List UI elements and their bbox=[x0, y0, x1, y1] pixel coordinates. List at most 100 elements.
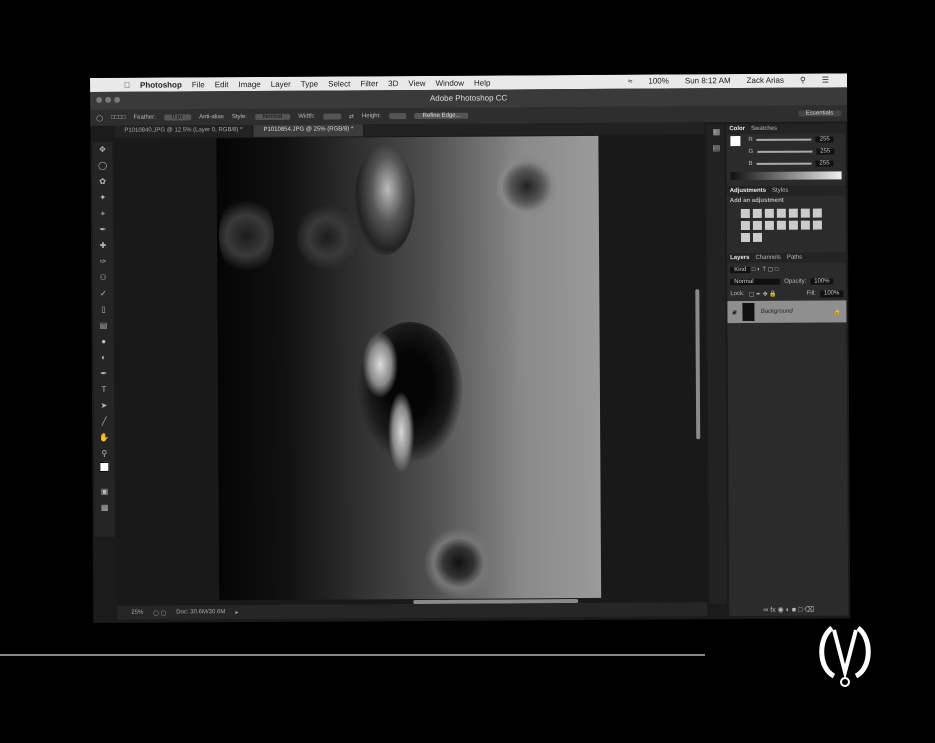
menu-help[interactable]: Help bbox=[474, 78, 491, 87]
healing-brush-icon[interactable]: ✚ bbox=[93, 238, 113, 254]
r-value[interactable]: 255 bbox=[815, 136, 834, 143]
refine-edge-button[interactable]: Refine Edge... bbox=[414, 112, 469, 120]
slider-r[interactable]: R 255 bbox=[726, 133, 845, 146]
path-selection-icon[interactable]: ➤ bbox=[94, 398, 114, 414]
link-layers-icon[interactable]: ∞ bbox=[763, 607, 768, 614]
layer-row-background[interactable]: ◉ Background 🔒 bbox=[727, 300, 847, 324]
eraser-icon[interactable]: ▯ bbox=[93, 302, 113, 318]
color-swatches-icon[interactable] bbox=[94, 461, 114, 484]
blend-mode-select[interactable]: Normal bbox=[730, 278, 781, 286]
zoom-button[interactable] bbox=[114, 96, 121, 103]
visibility-eye-icon[interactable]: ◉ bbox=[731, 309, 736, 316]
width-input[interactable] bbox=[323, 113, 341, 120]
menu-select[interactable]: Select bbox=[328, 79, 350, 88]
new-layer-icon[interactable]: □ bbox=[798, 607, 802, 614]
apple-icon[interactable]:  bbox=[124, 80, 130, 89]
clone-stamp-icon[interactable]: ⚇ bbox=[93, 270, 113, 286]
magic-wand-icon[interactable]: ✦ bbox=[93, 190, 113, 206]
new-group-icon[interactable]: ■ bbox=[792, 607, 796, 614]
menu-edit[interactable]: Edit bbox=[215, 80, 229, 89]
pen-tool-icon[interactable]: ✒ bbox=[94, 366, 114, 382]
move-tool-icon[interactable]: ✥ bbox=[92, 142, 112, 158]
menu-type[interactable]: Type bbox=[301, 79, 318, 88]
selective-color-icon[interactable] bbox=[752, 232, 763, 242]
curves-icon[interactable] bbox=[764, 208, 774, 218]
lookup-icon[interactable] bbox=[776, 220, 786, 230]
b-value[interactable]: 255 bbox=[815, 160, 834, 167]
posterize-icon[interactable] bbox=[800, 220, 810, 230]
history-panel-icon[interactable]: ▦ bbox=[706, 124, 726, 140]
battery-label[interactable]: 100% bbox=[648, 76, 669, 85]
menu-layer[interactable]: Layer bbox=[271, 79, 291, 88]
style-select[interactable]: Normal bbox=[254, 113, 291, 120]
brightness-icon[interactable] bbox=[740, 208, 750, 219]
g-value[interactable]: 255 bbox=[816, 148, 835, 155]
user-name[interactable]: Zack Arias bbox=[747, 76, 784, 85]
invert-icon[interactable] bbox=[788, 220, 798, 230]
black-white-icon[interactable] bbox=[740, 220, 750, 231]
levels-icon[interactable] bbox=[752, 208, 762, 218]
fx-icon[interactable]: fx bbox=[770, 607, 775, 614]
vibrance-icon[interactable] bbox=[788, 208, 798, 218]
hand-tool-icon[interactable]: ✋ bbox=[94, 430, 114, 446]
height-input[interactable] bbox=[388, 113, 407, 120]
opacity-input[interactable]: 100% bbox=[810, 278, 834, 285]
tab-swatches[interactable]: Swatches bbox=[751, 126, 777, 132]
filter-icons[interactable]: □ ◐ T ▢ □ bbox=[752, 267, 779, 273]
lock-icons[interactable]: ▢ ✒ ✥ 🔒 bbox=[749, 291, 777, 298]
type-tool-icon[interactable]: T bbox=[94, 382, 114, 398]
tab-styles[interactable]: Styles bbox=[772, 188, 788, 194]
anti-alias-checkbox[interactable]: Anti-alias bbox=[199, 114, 224, 120]
tab-color[interactable]: Color bbox=[729, 126, 745, 132]
marquee-tool-icon[interactable]: ◯ bbox=[96, 114, 103, 121]
tab-channels[interactable]: Channels bbox=[755, 255, 780, 261]
photo-filter-icon[interactable] bbox=[752, 220, 762, 230]
add-mask-icon[interactable]: ◉ bbox=[778, 607, 784, 614]
selection-mode-icons[interactable]: □□□□ bbox=[111, 115, 126, 121]
menu-view[interactable]: View bbox=[408, 78, 425, 87]
channel-mixer-icon[interactable] bbox=[764, 220, 774, 230]
crop-tool-icon[interactable]: ⌖ bbox=[93, 206, 113, 222]
color-balance-icon[interactable] bbox=[812, 208, 822, 218]
menu-filter[interactable]: Filter bbox=[360, 79, 378, 88]
layer-name[interactable]: Background bbox=[761, 309, 793, 315]
workspace-select[interactable]: Essentials bbox=[797, 110, 842, 117]
slider-b[interactable]: B 255 bbox=[727, 157, 846, 170]
tab-adjustments[interactable]: Adjustments bbox=[730, 188, 766, 194]
screen-mode-icon[interactable]: ▦ bbox=[95, 500, 115, 516]
tab-paths[interactable]: Paths bbox=[787, 255, 802, 261]
line-tool-icon[interactable]: ╱ bbox=[94, 414, 114, 430]
brush-tool-icon[interactable]: ✑ bbox=[93, 254, 113, 270]
properties-panel-icon[interactable]: ▤ bbox=[706, 140, 726, 156]
gradient-map-icon[interactable] bbox=[740, 232, 751, 243]
marquee-tool-icon[interactable]: ◯ bbox=[92, 158, 112, 174]
list-icon[interactable]: ☰ bbox=[822, 75, 829, 84]
history-brush-icon[interactable]: ✓ bbox=[93, 286, 113, 302]
zoom-tool-icon[interactable]: ⚲ bbox=[94, 446, 114, 462]
kind-select[interactable]: Kind bbox=[730, 266, 751, 274]
menu-photoshop[interactable]: Photoshop bbox=[140, 80, 182, 89]
threshold-icon[interactable] bbox=[812, 220, 822, 230]
tab-document-1[interactable]: P1010840.JPG @ 12.5% (Layer 0, RGB/8) * bbox=[114, 125, 254, 138]
eyedropper-icon[interactable]: ✒ bbox=[93, 222, 113, 238]
clock[interactable]: Sun 8:12 AM bbox=[685, 76, 731, 85]
hue-sat-icon[interactable] bbox=[800, 208, 810, 218]
exposure-icon[interactable] bbox=[776, 208, 786, 218]
wifi-icon[interactable]: ≈ bbox=[628, 77, 632, 86]
blur-tool-icon[interactable]: ● bbox=[94, 334, 114, 350]
tab-document-2[interactable]: P1010854.JPG @ 25% (RGB/8) * bbox=[253, 124, 365, 138]
search-icon[interactable]: ⚲ bbox=[800, 76, 806, 85]
quick-mask-icon[interactable]: ▣ bbox=[94, 484, 114, 500]
swap-icon[interactable]: ⇄ bbox=[349, 113, 354, 120]
fill-input[interactable]: 100% bbox=[819, 290, 844, 298]
zoom-level[interactable]: 25% bbox=[131, 610, 143, 616]
feather-input[interactable]: 0 px bbox=[163, 114, 192, 121]
slider-g[interactable]: G 255 bbox=[726, 145, 845, 158]
gradient-tool-icon[interactable]: ▤ bbox=[93, 318, 113, 334]
dodge-tool-icon[interactable]: ◐ bbox=[94, 350, 114, 366]
status-arrow-icon[interactable]: ▸ bbox=[235, 609, 238, 616]
menu-window[interactable]: Window bbox=[436, 78, 465, 87]
menu-file[interactable]: File bbox=[192, 80, 205, 89]
close-button[interactable] bbox=[96, 96, 103, 103]
lasso-tool-icon[interactable]: ✿ bbox=[93, 174, 113, 190]
